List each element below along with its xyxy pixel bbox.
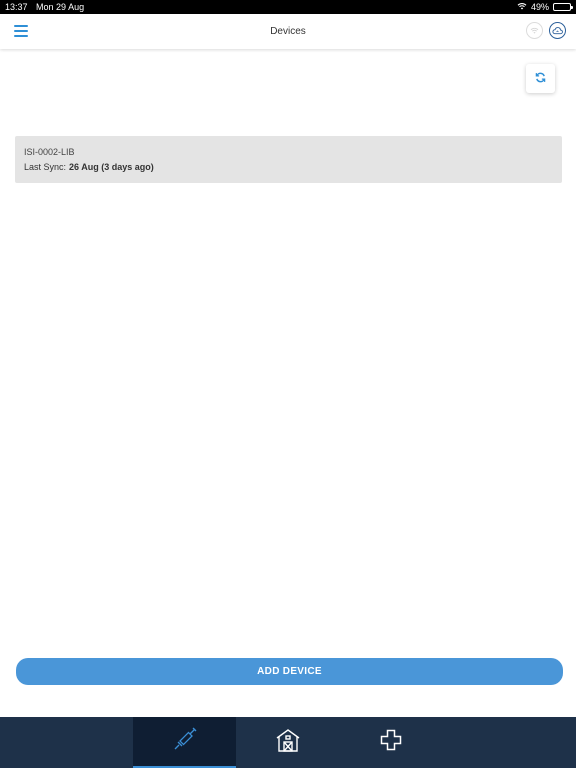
device-last-sync: Last Sync: 26 Aug (3 days ago) — [24, 162, 553, 172]
bottom-tab-bar — [0, 717, 576, 768]
refresh-icon — [535, 70, 546, 88]
status-bar: 13:37 Mon 29 Aug 49% — [0, 0, 576, 14]
syringe-icon — [171, 725, 199, 758]
hamburger-menu-icon[interactable] — [14, 25, 28, 37]
barn-icon — [275, 727, 301, 758]
last-sync-label: Last Sync: — [24, 162, 67, 172]
cloud-sync-icon[interactable] — [549, 22, 566, 39]
refresh-button[interactable] — [526, 64, 555, 93]
device-name: ISI-0002-LIB — [24, 147, 75, 157]
tab-health[interactable] — [339, 717, 442, 768]
battery-percent: 49% — [530, 2, 549, 12]
last-sync-value: 26 Aug (3 days ago) — [69, 162, 154, 172]
medical-cross-icon — [379, 728, 403, 757]
tab-vaccination[interactable] — [133, 717, 236, 768]
status-time: 13:37 — [5, 2, 28, 12]
status-date: Mon 29 Aug — [36, 2, 85, 12]
top-header: Devices — [0, 14, 576, 49]
wifi-connection-icon[interactable] — [526, 22, 543, 39]
battery-icon — [553, 3, 573, 11]
add-device-button[interactable]: ADD DEVICE — [16, 658, 563, 685]
page-title: Devices — [270, 26, 306, 37]
wifi-status-icon — [517, 2, 527, 12]
device-list-item[interactable]: ISI-0002-LIB Last Sync: 26 Aug (3 days ag… — [15, 136, 562, 183]
tab-farm[interactable] — [236, 717, 339, 768]
